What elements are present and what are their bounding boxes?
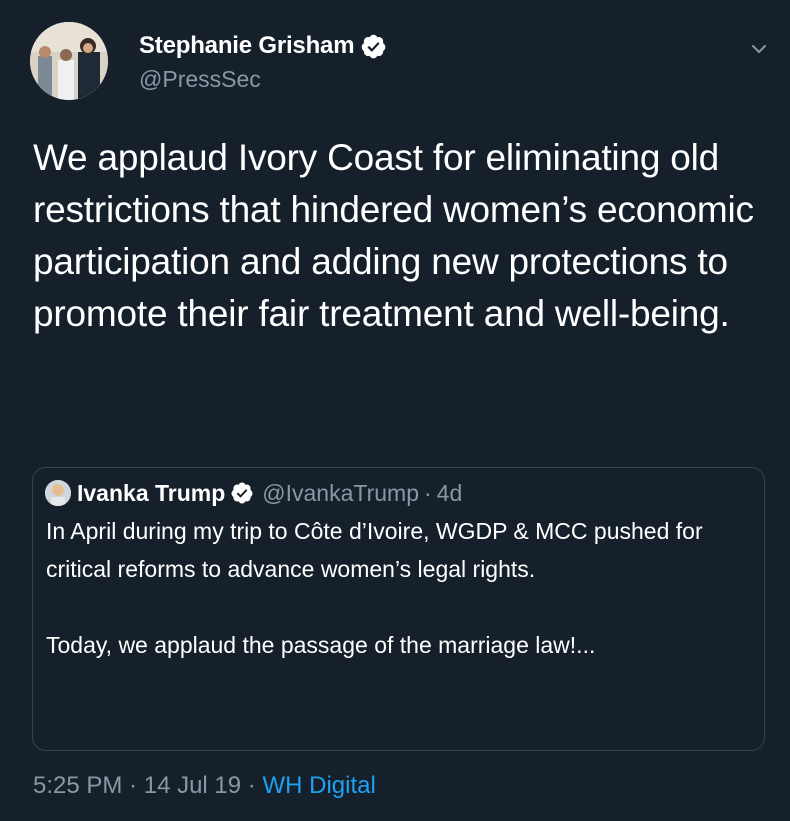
quoted-separator: ·	[424, 479, 432, 506]
author-name[interactable]: Stephanie Grisham	[139, 32, 355, 60]
meta-separator: ·	[241, 772, 263, 799]
quoted-tweet-header: Ivanka Trump @IvankaTrump · 4d	[45, 478, 462, 508]
verified-badge-icon	[360, 33, 387, 60]
quoted-avatar	[45, 480, 71, 506]
tweet-source-link[interactable]: WH Digital	[262, 772, 375, 799]
tweet-text: We applaud Ivory Coast for eliminating o…	[33, 137, 754, 334]
tweet[interactable]: Stephanie Grisham @PressSec We applaud I…	[0, 0, 790, 821]
tweet-date[interactable]: 14 Jul 19	[144, 772, 241, 799]
tweet-meta: 5:25 PM · 14 Jul 19 · WH Digital	[33, 772, 376, 800]
author-handle[interactable]: @PressSec	[139, 66, 387, 93]
author-block[interactable]: Stephanie Grisham @PressSec	[139, 30, 387, 93]
quoted-tweet-text: In April during my trip to Côte d’Ivoire…	[46, 518, 703, 658]
author-name-row: Stephanie Grisham	[139, 30, 387, 62]
avatar-photo	[30, 22, 108, 100]
quoted-author-name: Ivanka Trump	[77, 479, 226, 506]
quoted-timestamp: 4d	[436, 479, 463, 506]
verified-badge-icon	[230, 481, 254, 505]
meta-separator: ·	[122, 772, 144, 799]
chevron-down-icon[interactable]	[748, 38, 770, 60]
quoted-tweet-card[interactable]: Ivanka Trump @IvankaTrump · 4d In April …	[32, 467, 765, 751]
tweet-time[interactable]: 5:25 PM	[33, 772, 122, 799]
avatar[interactable]	[30, 22, 108, 100]
quoted-author-handle: @IvankaTrump	[262, 479, 419, 506]
